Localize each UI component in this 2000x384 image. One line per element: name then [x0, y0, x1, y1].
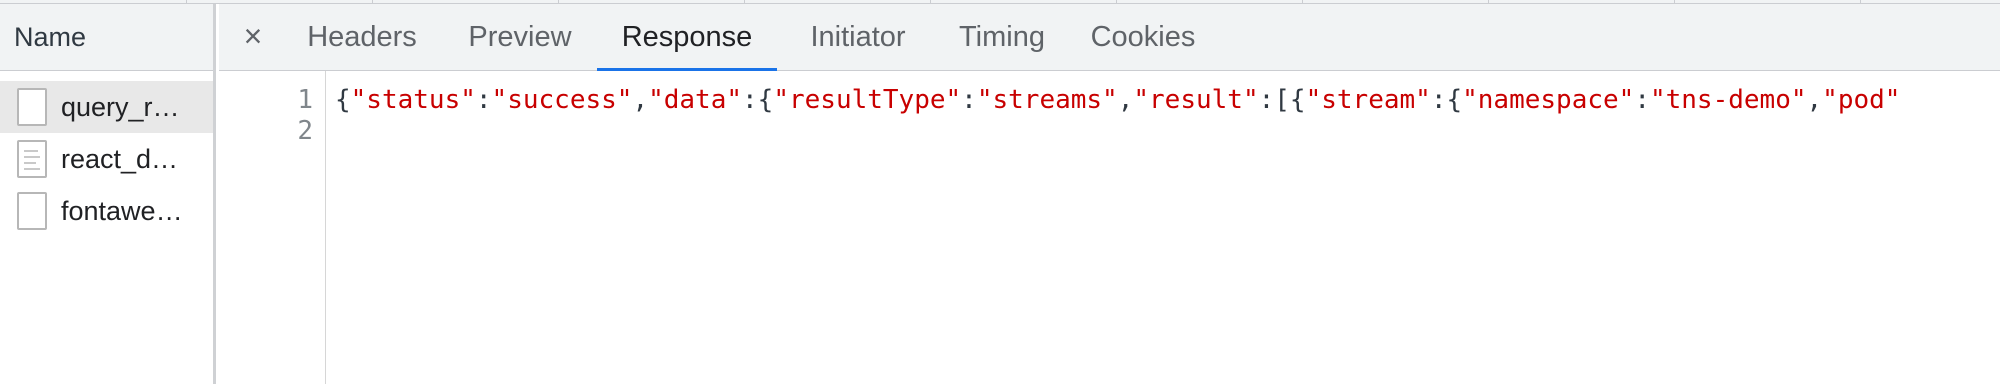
name-column-header[interactable]: Name: [0, 4, 213, 71]
request-name: query_r…: [61, 91, 180, 122]
request-row[interactable]: query_r…: [0, 81, 213, 133]
request-name: fontawe…: [61, 195, 183, 226]
json-punctuation-token: ,: [632, 85, 649, 115]
request-list: Name query_r… react_d… fontawe…: [0, 4, 216, 384]
json-string-token: "result": [1133, 85, 1259, 115]
line-number-gutter: 1 2: [219, 71, 326, 384]
response-code-line: {"status":"success","data":{"resultType"…: [335, 85, 1900, 115]
request-row[interactable]: react_d…: [0, 133, 213, 185]
tab-label: Timing: [959, 21, 1045, 53]
tab-headers[interactable]: Headers: [303, 4, 421, 71]
tab-label: Response: [621, 21, 753, 53]
json-punctuation-token: :{: [742, 85, 774, 115]
json-string-token: "pod": [1822, 85, 1901, 115]
tab-label: Headers: [307, 21, 417, 53]
request-detail-pane: × Headers Preview Response Initiator Tim…: [219, 4, 2000, 384]
tab-initiator[interactable]: Initiator: [803, 4, 913, 71]
close-icon[interactable]: ×: [235, 18, 271, 54]
tab-timing[interactable]: Timing: [952, 4, 1052, 71]
document-file-icon: [17, 140, 47, 178]
json-string-token: "namespace": [1462, 85, 1635, 115]
tab-cookies[interactable]: Cookies: [1085, 4, 1201, 71]
json-punctuation-token: ,: [1806, 85, 1823, 115]
line-number: 1: [297, 85, 313, 115]
tab-label: Initiator: [810, 21, 906, 53]
json-string-token: "status": [350, 85, 476, 115]
json-string-token: "stream": [1305, 85, 1431, 115]
response-body-viewer[interactable]: 1 2 {"status":"success","data":{"resultT…: [219, 71, 2000, 384]
json-punctuation-token: :: [961, 85, 977, 115]
request-name: react_d…: [61, 143, 179, 174]
tab-label: Preview: [468, 21, 572, 53]
line-number: 2: [297, 116, 313, 146]
json-string-token: "data": [648, 85, 743, 115]
json-punctuation-token: :: [1634, 85, 1650, 115]
name-column-label: Name: [14, 21, 87, 52]
detail-tab-bar: × Headers Preview Response Initiator Tim…: [219, 4, 2000, 72]
blank-file-icon: [17, 88, 47, 126]
devtools-network-panel: Name query_r… react_d… fontawe… × Header…: [0, 0, 2000, 384]
json-punctuation-token: ,: [1117, 85, 1134, 115]
json-string-token: "tns-demo": [1649, 85, 1807, 115]
tab-response[interactable]: Response: [597, 4, 777, 72]
json-string-token: "success": [491, 85, 633, 115]
json-string-token: "streams": [976, 85, 1118, 115]
blank-file-icon: [17, 192, 47, 230]
json-punctuation-token: :[{: [1258, 85, 1306, 115]
tab-label: Cookies: [1090, 21, 1196, 53]
tab-preview[interactable]: Preview: [465, 4, 575, 71]
request-row[interactable]: fontawe…: [0, 185, 213, 237]
json-punctuation-token: :: [475, 85, 492, 115]
json-string-token: "resultType": [773, 85, 962, 115]
json-punctuation-token: :{: [1430, 85, 1463, 115]
json-punctuation-token: {: [335, 85, 351, 115]
